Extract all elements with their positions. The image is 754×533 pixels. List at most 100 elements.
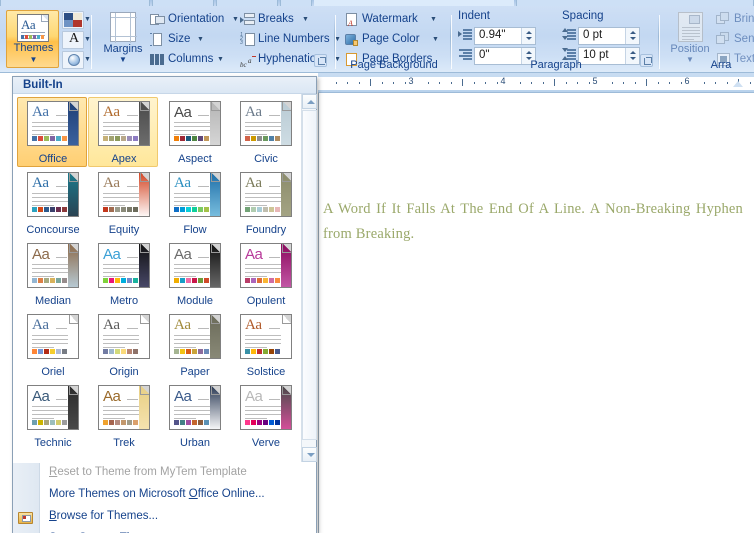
theme-colors-button[interactable] — [62, 11, 84, 29]
ruler-indent-marker[interactable] — [733, 81, 743, 87]
watermark-button[interactable]: A Watermark ▼ — [344, 10, 448, 29]
theme-sample-line — [174, 406, 210, 407]
theme-sample-dash — [127, 328, 138, 329]
theme-font-sample: Aa — [103, 388, 121, 405]
spacing-before-spinner[interactable]: 0 pt — [578, 27, 640, 45]
theme-item-technic[interactable]: Aa Technic — [17, 381, 87, 451]
page-color-button[interactable]: Page Color ▼ — [344, 30, 448, 49]
theme-item-office[interactable]: Aa Office — [17, 97, 87, 167]
ruler-tick — [428, 82, 429, 84]
ruler-tick — [370, 79, 371, 86]
theme-item-opulent[interactable]: Aa Opulent — [230, 239, 300, 309]
theme-sample-line — [32, 410, 68, 411]
watermark-arrow[interactable]: ▼ — [430, 10, 437, 30]
page-color-arrow[interactable]: ▼ — [432, 30, 439, 50]
scroll-down-button[interactable] — [302, 447, 317, 462]
theme-item-civic[interactable]: Aa Civic — [230, 97, 300, 167]
margins-dropdown-arrow[interactable]: ▼ — [100, 56, 146, 64]
theme-thumbnail: Aa — [98, 385, 150, 430]
document-canvas[interactable]: A Word If It Falls At The End Of A Line.… — [318, 93, 754, 533]
ribbon-group-arrange: Position ▼ Bring Send Text Arra — [660, 6, 754, 72]
orientation-arrow[interactable]: ▼ — [232, 10, 239, 30]
margins-button[interactable]: Margins ▼ — [100, 10, 146, 68]
theme-sample-line — [103, 201, 139, 202]
theme-item-metro[interactable]: Aa Metro — [88, 239, 158, 309]
breaks-arrow[interactable]: ▼ — [302, 10, 309, 30]
theme-item-aspect[interactable]: Aa Aspect — [159, 97, 229, 167]
theme-sample-line — [32, 347, 54, 348]
theme-item-solstice[interactable]: Aa Solstice — [230, 310, 300, 380]
page-setup-dialog-launcher[interactable] — [314, 54, 327, 67]
theme-name-label: Office — [38, 153, 68, 165]
theme-item-apex[interactable]: Aa Apex — [88, 97, 158, 167]
ruler-tick — [474, 82, 475, 84]
size-arrow[interactable]: ▼ — [197, 30, 204, 50]
theme-thumbnail: Aa — [98, 101, 150, 146]
document-body-text[interactable]: A Word If It Falls At The End Of A Line.… — [323, 197, 743, 247]
theme-fonts-glyph: A — [69, 31, 80, 46]
paragraph-dialog-launcher[interactable] — [640, 54, 653, 67]
indent-left-stepper[interactable] — [521, 28, 535, 44]
indent-left-spinner[interactable]: 0.94" — [474, 27, 536, 45]
ruler-tick — [462, 79, 463, 86]
spacing-before-stepper[interactable] — [625, 28, 639, 44]
menu-item-more-themes-on-microsoft-office-online[interactable]: More Themes on Microsoft Office Online..… — [13, 485, 316, 507]
theme-color-swatches — [103, 278, 139, 283]
menu-item-browse-for-themes[interactable]: Browse for Themes... — [13, 507, 316, 529]
theme-item-foundry[interactable]: Aa Foundry — [230, 168, 300, 238]
theme-thumbnail: Aa — [169, 243, 221, 288]
menu-item-save-current-theme[interactable]: Save Current Theme... — [13, 529, 316, 533]
columns-arrow[interactable]: ▼ — [217, 50, 224, 70]
theme-item-concourse[interactable]: Aa Concourse — [17, 168, 87, 238]
theme-font-sample: Aa — [174, 388, 192, 405]
theme-fonts-button[interactable]: A — [62, 31, 84, 49]
theme-item-urban[interactable]: Aa Urban — [159, 381, 229, 451]
scrollbar-thumb[interactable] — [302, 110, 317, 440]
theme-item-trek[interactable]: Aa Trek — [88, 381, 158, 451]
theme-color-swatches — [32, 278, 68, 283]
orientation-button[interactable]: Orientation ▼ — [150, 10, 250, 29]
themes-dropdown-arrow[interactable]: ▼ — [7, 56, 60, 64]
scroll-up-button[interactable] — [302, 94, 317, 109]
theme-sample-line — [245, 343, 281, 344]
theme-sample-dash — [269, 186, 280, 187]
spacing-before-value[interactable]: 0 pt — [583, 29, 602, 41]
theme-item-median[interactable]: Aa Median — [17, 239, 87, 309]
bring-to-front-button[interactable]: Bring — [716, 10, 754, 29]
ruler-tick — [589, 82, 590, 84]
theme-sample-line — [32, 122, 68, 123]
theme-item-verve[interactable]: Aa Verve — [230, 381, 300, 451]
themes-grid[interactable]: Aa Office Aa Apex Aa Aspect Aa Civic Aa Concourse… — [13, 94, 301, 462]
theme-color-swatches — [32, 136, 68, 141]
size-button[interactable]: Size ▼ — [150, 30, 250, 49]
gallery-scrollbar[interactable] — [301, 94, 317, 462]
page-fold-corner — [211, 244, 220, 253]
theme-sample-line — [174, 134, 196, 135]
themes-button[interactable]: Aa Themes ▼ — [6, 10, 59, 68]
send-to-back-label: Send — [734, 33, 754, 45]
horizontal-ruler[interactable]: 3 4 5 6 — [318, 73, 754, 93]
theme-font-sample: Aa — [245, 246, 263, 263]
ribbon-group-themes: Aa Themes ▼ ▼ A ▼ ▼ — [0, 6, 92, 72]
theme-name-label: Metro — [109, 295, 139, 307]
theme-item-equity[interactable]: Aa Equity — [88, 168, 158, 238]
theme-item-module[interactable]: Aa Module — [159, 239, 229, 309]
ruler-tick — [497, 82, 498, 84]
theme-sample-dash — [269, 257, 280, 258]
theme-sample-dash — [198, 399, 209, 400]
breaks-button[interactable]: Breaks ▼ — [240, 10, 336, 29]
theme-item-flow[interactable]: Aa Flow — [159, 168, 229, 238]
theme-effects-button[interactable] — [62, 51, 84, 69]
theme-item-origin[interactable]: Aa Origin — [88, 310, 158, 380]
menu-item-label: Reset to Theme from MyTem Template — [49, 466, 247, 478]
theme-item-paper[interactable]: Aa Paper — [159, 310, 229, 380]
columns-button[interactable]: Columns ▼ — [150, 50, 250, 69]
send-to-back-button[interactable]: Send — [716, 30, 754, 49]
ruler-tick — [520, 82, 521, 84]
indent-left-value[interactable]: 0.94" — [479, 29, 505, 41]
theme-color-swatches — [174, 136, 210, 141]
theme-sample-line — [32, 414, 68, 415]
theme-item-oriel[interactable]: Aa Oriel — [17, 310, 87, 380]
themes-button-label: Themes — [13, 42, 54, 54]
theme-thumbnail: Aa — [98, 172, 150, 217]
